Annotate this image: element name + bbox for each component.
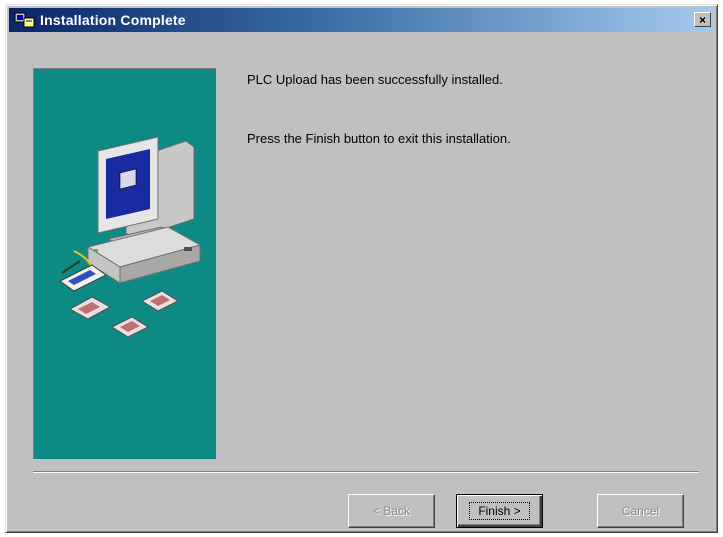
finish-button-label: Finish > [469,502,530,520]
window-title: Installation Complete [40,12,186,28]
computer-disks-illustration [59,136,202,338]
close-icon: × [698,12,706,27]
cancel-button[interactable]: Cancel [597,494,684,528]
back-button-label: < Back [372,504,411,518]
installer-icon [14,11,36,29]
setup-illustration-panel [33,68,216,459]
finish-button[interactable]: Finish > [456,494,543,528]
cancel-button-label: Cancel [621,504,660,518]
install-success-message: PLC Upload has been successfully install… [247,72,503,87]
close-button[interactable]: × [694,12,711,27]
installation-dialog: Installation Complete × PLC Upload has b… [5,4,718,533]
title-bar[interactable]: Installation Complete × [9,8,714,32]
back-button[interactable]: < Back [348,494,435,528]
button-separator [33,471,699,473]
finish-instruction-message: Press the Finish button to exit this ins… [247,131,511,146]
